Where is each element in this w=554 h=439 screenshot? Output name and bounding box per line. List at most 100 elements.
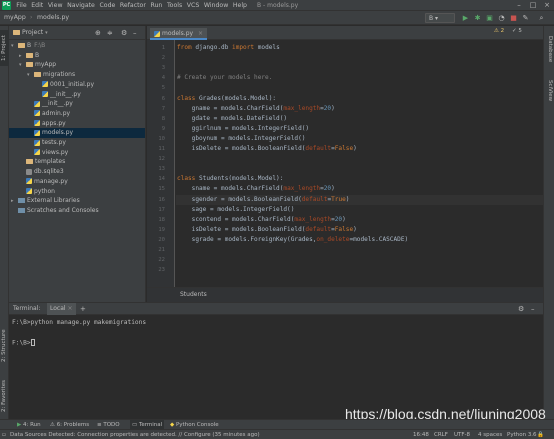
code-line[interactable]: sname = models.CharField(max_length=20) [177, 184, 335, 194]
collapse-icon[interactable]: ≑ [107, 29, 113, 37]
status-bar: ▫ Data Sources Detected: Connection prop… [0, 429, 554, 439]
tree-item[interactable]: admin.py [9, 109, 70, 119]
breadcrumb-file[interactable]: models.py [37, 11, 69, 25]
code-line[interactable]: gdate = models.DateField() [177, 114, 287, 124]
tree-item[interactable]: tests.py [9, 138, 66, 148]
code-line[interactable]: gboynum = models.IntegerField() [177, 134, 306, 144]
line-number: 23 [158, 267, 165, 274]
breadcrumb-project[interactable]: myApp [4, 11, 26, 25]
maximize-icon[interactable]: □ [526, 0, 540, 11]
menu-refactor[interactable]: Refactor [118, 0, 149, 11]
tree-item[interactable]: ▾ B F:\B [9, 41, 45, 51]
code-line[interactable]: class Grades(models.Model): [177, 94, 276, 104]
project-panel-header: Project ▾ ⊕ ≑ ⚙ – [9, 26, 146, 40]
lock-icon[interactable]: 🔒 [537, 430, 544, 439]
terminal-header: Terminal: Local × + ⚙ – [9, 303, 543, 315]
gear-icon[interactable]: ⚙ [121, 29, 127, 37]
close-tab-icon[interactable]: × [198, 30, 203, 37]
menu-navigate[interactable]: Navigate [65, 0, 97, 11]
line-separator[interactable]: CRLF [434, 430, 448, 439]
menu-run[interactable]: Run [148, 0, 164, 11]
tree-item[interactable]: ▾ migrations [9, 70, 75, 80]
code-line[interactable]: # Create your models here. [177, 73, 272, 83]
problems-tool-tab-label: 6: Problems [56, 422, 90, 428]
tree-item[interactable]: models.py [9, 128, 145, 138]
chevron-down-icon[interactable]: ▾ [45, 30, 48, 36]
minimize-icon[interactable]: – [512, 0, 526, 11]
tree-item[interactable]: ▾ myApp [9, 60, 56, 70]
code-line[interactable]: gname = models.CharField(max_length=20) [177, 104, 335, 114]
code-line[interactable]: sgrade = models.ForeignKey(Grades,on_del… [177, 235, 408, 245]
tree-item-label: myApp [35, 61, 57, 69]
code-line[interactable]: sgender = models.BooleanField(default=Tr… [177, 195, 350, 205]
menu-code[interactable]: Code [97, 0, 117, 11]
menu-view[interactable]: View [46, 0, 65, 11]
structure-tool-tab[interactable]: 2: Structure [0, 326, 9, 366]
line-number-gutter: 1 2 3 4 5 6 7 8 9 10 11 12 13 14 15 16 17 18 19 20 21 22 23 [147, 40, 175, 287]
tree-item[interactable]: python [9, 187, 55, 197]
close-tab-icon[interactable]: × [67, 305, 72, 312]
terminal-prompt[interactable]: F:\B> [12, 339, 35, 347]
close-icon[interactable]: × [540, 0, 554, 11]
run-icon[interactable]: ▶ [461, 13, 470, 23]
hide-icon[interactable]: – [133, 29, 137, 37]
python-interpreter[interactable]: Python 3.6 [507, 430, 537, 439]
caret-position[interactable]: 16:48 [413, 430, 429, 439]
status-icon[interactable]: ▫ [2, 430, 6, 439]
database-tool-tab[interactable]: Database [544, 32, 554, 66]
stop-icon[interactable]: ■ [509, 13, 518, 23]
run-config-select[interactable]: B ▾ [425, 13, 455, 23]
locate-icon[interactable]: ⊕ [95, 29, 101, 37]
build-icon[interactable]: ✎ [521, 13, 530, 23]
tree-item[interactable]: ▸ External Libraries [9, 196, 80, 206]
tree-item[interactable]: Scratches and Consoles [9, 206, 99, 216]
new-session-button[interactable]: + [80, 303, 86, 315]
menu-help[interactable]: Help [231, 0, 250, 11]
terminal-title: Terminal: [13, 305, 41, 312]
tree-item-label: 0001_initial.py [50, 80, 95, 88]
chevron-right-icon: › [30, 14, 33, 21]
tree-item[interactable]: manage.py [9, 177, 68, 187]
editor-tab-models[interactable]: models.py × [150, 28, 208, 40]
tree-item[interactable]: __init__.py [9, 99, 73, 109]
profile-icon[interactable]: ◔ [497, 13, 506, 23]
menu-window[interactable]: Window [202, 0, 231, 11]
status-message[interactable]: Data Sources Detected: Connection proper… [10, 430, 265, 439]
menu-file[interactable]: File [14, 0, 29, 11]
code-line[interactable]: sage = models.IntegerField() [177, 205, 295, 215]
code-line[interactable]: from django.db import models [177, 43, 280, 53]
tree-item[interactable]: templates [9, 157, 65, 167]
project-tool-tab[interactable]: 1: Project [0, 30, 9, 66]
menu-edit[interactable]: Edit [29, 0, 46, 11]
menu-tools[interactable]: Tools [165, 0, 185, 11]
tree-item[interactable]: __init__.py [9, 90, 81, 100]
menu-vcs[interactable]: VCS [184, 0, 201, 11]
indent-setting[interactable]: 4 spaces [478, 430, 502, 439]
python-file-icon [42, 81, 48, 88]
tree-item[interactable]: ▸ B [9, 51, 39, 61]
code-line[interactable]: class Students(models.Model): [177, 174, 283, 184]
tree-item[interactable]: db.sqlite3 [9, 167, 64, 177]
tree-item[interactable]: 0001_initial.py [9, 80, 94, 90]
project-panel-title[interactable]: Project [22, 29, 43, 36]
favorites-tool-tab[interactable]: 2: Favorites [0, 376, 9, 416]
code-line[interactable]: scontend = models.CharField(max_length=2… [177, 215, 346, 225]
code-line[interactable]: ggirlnum = models.IntegerField() [177, 124, 309, 134]
tree-item[interactable]: views.py [9, 148, 68, 158]
weak-warning-icon[interactable]: ✓ 5 [512, 28, 522, 34]
file-encoding[interactable]: UTF-8 [454, 430, 470, 439]
debug-icon[interactable]: ✱ [473, 13, 482, 23]
tree-item[interactable]: apps.py [9, 119, 66, 129]
code-line[interactable]: isDelete = models.BooleanField(default=F… [177, 225, 357, 235]
editor-breadcrumb[interactable]: Students [147, 287, 543, 302]
sciview-tool-tab[interactable]: SciView [544, 76, 554, 106]
search-icon[interactable]: ⌕ [537, 13, 546, 23]
gear-icon[interactable]: ⚙ [518, 303, 524, 315]
line-number: 3 [161, 65, 165, 72]
coverage-icon[interactable]: ▣ [485, 13, 494, 23]
terminal-tab-local[interactable]: Local × [47, 303, 76, 315]
menu-bar: File Edit View Navigate Code Refactor Run Tools… [14, 0, 249, 11]
hide-icon[interactable]: – [531, 303, 535, 315]
warning-count-icon[interactable]: ⚠ 2 [494, 28, 504, 34]
code-line[interactable]: isDelete = models.BooleanField(default=F… [177, 144, 357, 154]
